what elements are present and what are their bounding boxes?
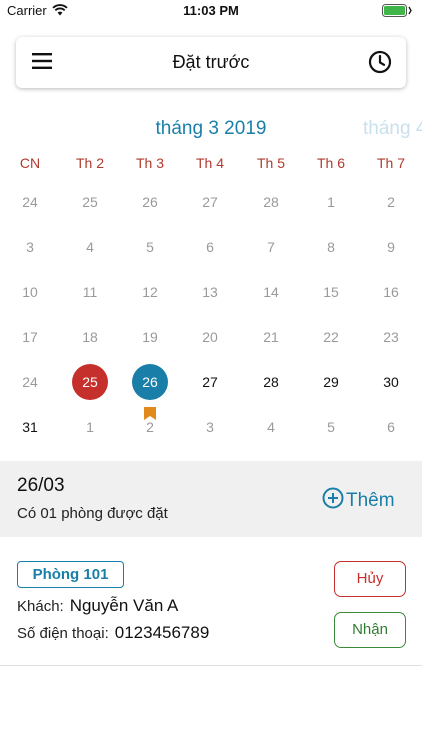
cancel-button[interactable]: Hủy (334, 561, 406, 597)
guest-row: Khách: Nguyễn Văn A (17, 596, 178, 616)
calendar-day[interactable]: 4 (251, 407, 291, 447)
calendar-day[interactable]: 28 (251, 182, 291, 222)
selected-date: 26/03 (17, 475, 65, 496)
calendar-day[interactable]: 23 (371, 317, 411, 357)
calendar-day[interactable]: 15 (311, 272, 351, 312)
calendar-day[interactable]: 8 (311, 227, 351, 267)
calendar-day[interactable]: 24 (10, 362, 50, 402)
add-booking-button[interactable]: Thêm (322, 487, 395, 514)
battery-icon (382, 4, 412, 20)
calendar-day[interactable]: 1 (311, 182, 351, 222)
next-month-label[interactable]: tháng 4 (363, 118, 422, 140)
phone-label: Số điện thoại: (17, 625, 109, 642)
page-title: Đặt trước (172, 52, 250, 72)
calendar-grid: 24 25 26 27 28 1 2 3 4 5 6 7 8 9 10 11 12 13 14 15 16 17 18 19 2… (0, 180, 422, 450)
calendar-day[interactable]: 16 (371, 272, 411, 312)
calendar-day[interactable]: 9 (371, 227, 411, 267)
weekday-label: Th 7 (376, 155, 405, 171)
calendar-day[interactable]: 21 (251, 317, 291, 357)
booking-count: Có 01 phòng được đặt (17, 505, 168, 522)
calendar-day[interactable]: 10 (10, 272, 50, 312)
weekday-label: Th 4 (195, 155, 224, 171)
clock-icon[interactable] (368, 50, 392, 79)
calendar-day[interactable]: 22 (311, 317, 351, 357)
calendar-day[interactable]: 13 (190, 272, 230, 312)
weekday-label: CN (19, 155, 41, 171)
accept-button[interactable]: Nhận (334, 612, 406, 648)
clock-time: 11:03 PM (183, 3, 239, 18)
calendar-day[interactable]: 29 (311, 362, 351, 402)
calendar-day[interactable]: 4 (70, 227, 110, 267)
add-circle-icon (322, 487, 344, 514)
calendar-day[interactable]: 5 (130, 227, 170, 267)
status-bar: Carrier 11:03 PM (0, 0, 422, 22)
calendar-day[interactable]: 12 (130, 272, 170, 312)
weekday-label: Th 3 (135, 155, 164, 171)
phone-row: Số điện thoại: 0123456789 (17, 623, 209, 643)
calendar-day[interactable]: 18 (70, 317, 110, 357)
calendar-day[interactable]: 3 (190, 407, 230, 447)
calendar-day[interactable]: 6 (371, 407, 411, 447)
calendar-day[interactable]: 25 (70, 182, 110, 222)
room-badge: Phòng 101 (17, 561, 124, 588)
calendar-day[interactable]: 24 (10, 182, 50, 222)
calendar-day[interactable]: 27 (190, 182, 230, 222)
calendar-day[interactable]: 3 (10, 227, 50, 267)
booking-summary: 26/03 Có 01 phòng được đặt Thêm (0, 461, 422, 537)
calendar-day[interactable]: 11 (70, 272, 110, 312)
calendar-day[interactable]: 1 (70, 407, 110, 447)
guest-name: Nguyễn Văn A (69, 596, 179, 615)
phone-number: 0123456789 (114, 623, 210, 642)
calendar-day[interactable]: 20 (190, 317, 230, 357)
calendar-day[interactable]: 5 (311, 407, 351, 447)
add-booking-label: Thêm (346, 489, 395, 511)
calendar-day[interactable]: 17 (10, 317, 50, 357)
calendar-day[interactable]: 28 (251, 362, 291, 402)
calendar-day[interactable]: 7 (251, 227, 291, 267)
calendar-day[interactable]: 30 (371, 362, 411, 402)
booking-card: Phòng 101 Khách: Nguyễn Văn A Số điện tho… (0, 537, 422, 666)
calendar-day[interactable]: 6 (190, 227, 230, 267)
weekday-header: CN Th 2 Th 3 Th 4 Th 5 Th 6 Th 7 (0, 155, 422, 175)
calendar-day[interactable]: 2 (371, 182, 411, 222)
calendar-day[interactable]: 25 (70, 362, 110, 402)
calendar-day[interactable]: 31 (10, 407, 50, 447)
calendar-day[interactable]: 26 (130, 182, 170, 222)
weekday-label: Th 6 (316, 155, 345, 171)
guest-label: Khách: (17, 598, 64, 615)
calendar-day[interactable]: 14 (251, 272, 291, 312)
calendar-day[interactable]: 19 (130, 317, 170, 357)
top-app-bar: Đặt trước (16, 37, 406, 88)
calendar-day[interactable]: 27 (190, 362, 230, 402)
weekday-label: Th 5 (256, 155, 285, 171)
month-label: tháng 3 2019 (155, 118, 267, 139)
weekday-label: Th 2 (75, 155, 104, 171)
calendar-day[interactable]: 2 (130, 407, 170, 447)
calendar-day[interactable]: 26 (130, 362, 170, 420)
